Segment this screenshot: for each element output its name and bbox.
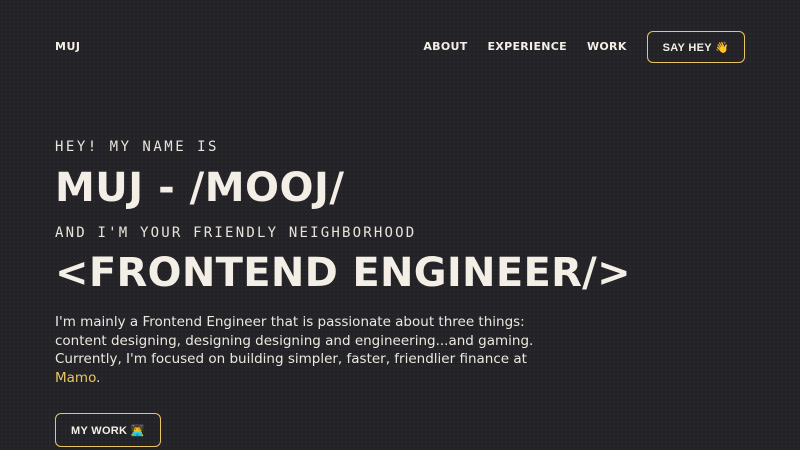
bio-text: I'm mainly a Frontend Engineer that is p… xyxy=(55,314,534,367)
my-work-button[interactable]: MY WORK 👨‍💻 xyxy=(55,413,161,447)
nav-link-work[interactable]: WORK xyxy=(587,30,627,64)
hero-bio: I'm mainly a Frontend Engineer that is p… xyxy=(55,313,575,387)
site-logo[interactable]: MUJ xyxy=(55,40,80,53)
main-nav: ABOUT EXPERIENCE WORK SAY HEY 👋 xyxy=(403,30,745,64)
bio-end: . xyxy=(96,369,101,386)
nav-link-about[interactable]: ABOUT xyxy=(423,30,467,64)
hero-role: <FRONTEND ENGINEER/> xyxy=(55,250,631,296)
intro-text: HEY! MY NAME IS xyxy=(55,139,219,155)
nav-link-experience[interactable]: EXPERIENCE xyxy=(488,30,567,64)
landing-page: MUJ ABOUT EXPERIENCE WORK SAY HEY 👋 HEY!… xyxy=(0,0,800,450)
mamo-link[interactable]: Mamo xyxy=(55,370,96,386)
say-hey-button[interactable]: SAY HEY 👋 xyxy=(646,31,745,63)
hero-name: MUJ - /MOOJ/ xyxy=(55,165,345,211)
hero-tagline: AND I'M YOUR FRIENDLY NEIGHBORHOOD xyxy=(55,225,417,241)
